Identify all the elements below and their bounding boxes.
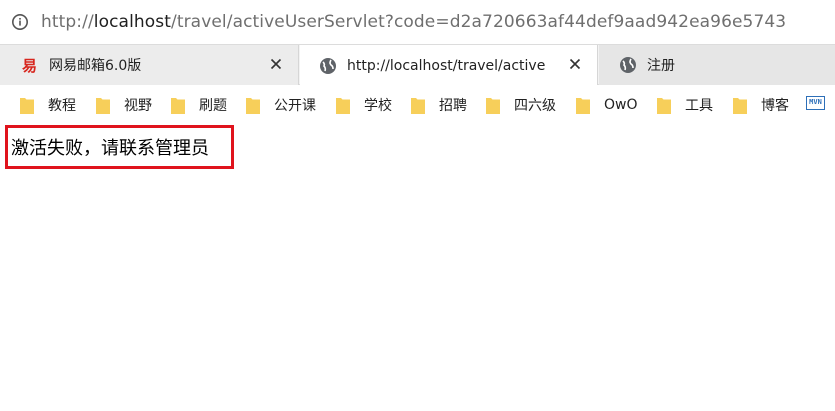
- url-text[interactable]: http://localhost/travel/activeUserServle…: [41, 12, 786, 32]
- svg-text:易: 易: [22, 57, 37, 74]
- bookmark-shiye[interactable]: 视野: [96, 95, 152, 115]
- folder-icon: [171, 98, 185, 114]
- folder-icon: [411, 98, 425, 114]
- folder-icon: [657, 98, 671, 114]
- folder-icon: [486, 98, 500, 114]
- bookmark-label: 博客: [761, 98, 789, 114]
- url-prefix: http://: [41, 12, 94, 32]
- bookmark-label: 四六级: [514, 98, 556, 114]
- bookmark-label: 刷题: [199, 98, 227, 114]
- folder-icon: [576, 98, 590, 114]
- bookmark-shuati[interactable]: 刷题: [171, 95, 227, 115]
- tab-register[interactable]: 注册: [599, 45, 835, 85]
- tab-strip: 易 网易邮箱6.0版 http://localhost/travel/activ…: [0, 44, 835, 86]
- activation-error-message: 激活失败，请联系管理员: [5, 125, 234, 169]
- bookmark-label: 教程: [48, 98, 76, 114]
- page-content: 激活失败，请联系管理员: [0, 125, 835, 411]
- bookmark-label: OwO: [604, 97, 638, 113]
- bookmark-label: 视野: [124, 98, 152, 114]
- address-bar[interactable]: http://localhost/travel/activeUserServle…: [0, 0, 835, 44]
- folder-icon: [20, 98, 34, 114]
- globe-icon: [319, 57, 337, 75]
- close-icon[interactable]: [567, 56, 583, 72]
- bookmark-label: 公开课: [274, 98, 316, 114]
- bookmark-label: 招聘: [439, 98, 467, 114]
- folder-icon: [246, 98, 260, 114]
- tab-netease-mail[interactable]: 易 网易邮箱6.0版: [0, 45, 299, 85]
- bookmarks-bar: 教程 视野 刷题 公开课 学校 招聘 四六级 OwO 工具 博客 MVN: [0, 85, 835, 125]
- bookmark-xuexiao[interactable]: 学校: [336, 95, 392, 115]
- bookmark-label: 工具: [685, 98, 713, 114]
- folder-icon: [336, 98, 350, 114]
- tab-active-user[interactable]: http://localhost/travel/active: [300, 45, 598, 86]
- tab-title: http://localhost/travel/active: [347, 57, 546, 74]
- bookmark-zhaopin[interactable]: 招聘: [411, 95, 467, 115]
- mvn-icon[interactable]: MVN: [806, 96, 825, 110]
- globe-icon: [619, 56, 637, 74]
- tab-title: 网易邮箱6.0版: [49, 58, 142, 74]
- bookmark-siliuji[interactable]: 四六级: [486, 95, 556, 115]
- url-host: localhost: [93, 12, 171, 32]
- bookmark-owo[interactable]: OwO: [576, 95, 638, 115]
- bookmark-jiaocheng[interactable]: 教程: [20, 95, 76, 115]
- tab-title: 注册: [647, 58, 675, 74]
- bookmark-gongju[interactable]: 工具: [657, 95, 713, 115]
- folder-icon: [733, 98, 747, 114]
- bookmark-gongkaike[interactable]: 公开课: [246, 95, 316, 115]
- close-icon[interactable]: [268, 56, 284, 72]
- netease-mail-icon: 易: [21, 56, 39, 74]
- url-path: /travel/activeUserServlet?code=d2a720663…: [171, 12, 787, 32]
- bookmark-label: 学校: [364, 98, 392, 114]
- folder-icon: [96, 98, 110, 114]
- info-icon[interactable]: [11, 13, 29, 31]
- bookmark-boke[interactable]: 博客: [733, 95, 789, 115]
